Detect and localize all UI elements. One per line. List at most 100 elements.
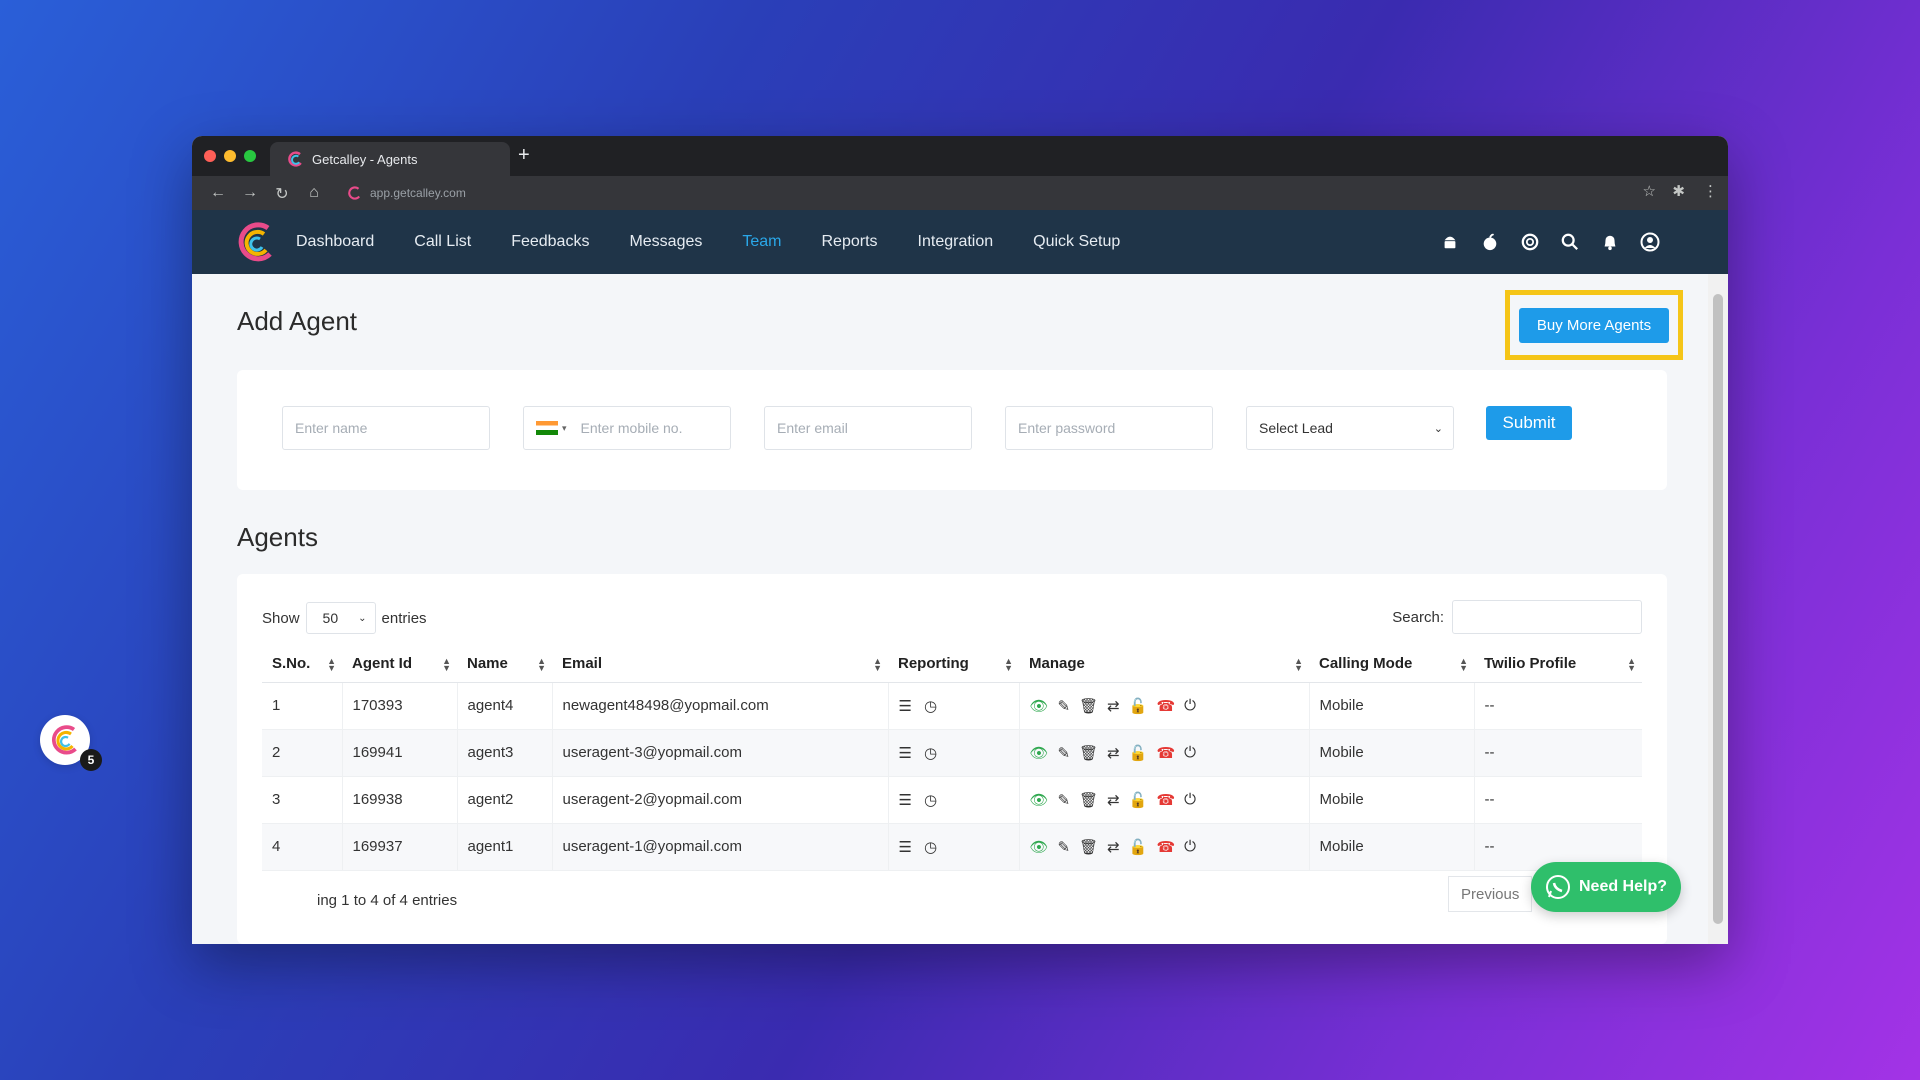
delete-icon[interactable]: 🗑	[1079, 791, 1098, 809]
page-scrollbar[interactable]	[1708, 274, 1728, 944]
mobile-input[interactable]: ▾ Enter mobile no.	[523, 406, 731, 450]
select-lead-value: Select Lead	[1259, 420, 1333, 436]
address-bar[interactable]: app.getcalley.com	[342, 179, 1638, 207]
nav-team[interactable]: Team	[742, 233, 781, 251]
call-icon[interactable]: ☎	[1156, 838, 1175, 856]
select-lead-dropdown[interactable]: Select Lead ⌄	[1246, 406, 1454, 450]
nav-feedbacks[interactable]: Feedbacks	[511, 233, 589, 251]
bell-icon[interactable]	[1600, 232, 1620, 252]
report-history-icon[interactable]: ◷	[924, 838, 937, 856]
nav-messages[interactable]: Messages	[629, 233, 702, 251]
search-icon[interactable]	[1560, 232, 1580, 252]
android-icon[interactable]	[1440, 232, 1460, 252]
apple-icon[interactable]	[1480, 232, 1500, 252]
report-list-icon[interactable]: ☰	[899, 791, 912, 809]
minimize-window-button[interactable]	[224, 150, 236, 162]
entries-select[interactable]: 50 ⌄	[305, 602, 376, 634]
scrollbar-thumb[interactable]	[1713, 294, 1723, 924]
chevron-down-icon: ⌄	[358, 612, 367, 624]
india-flag-icon[interactable]	[536, 421, 558, 435]
name-placeholder: Enter name	[295, 420, 368, 436]
new-tab-button[interactable]: +	[518, 144, 530, 167]
report-history-icon[interactable]: ◷	[924, 697, 937, 715]
edit-icon[interactable]: ✎	[1058, 697, 1071, 715]
email-input[interactable]: Enter email	[764, 406, 972, 450]
table-row: 1 170393 agent4 newagent48498@yopmail.com ☰ ◷…	[262, 682, 1642, 730]
browser-menu-icon[interactable]: ⋮	[1703, 182, 1718, 200]
nav-call-list[interactable]: Call List	[414, 233, 471, 251]
view-icon[interactable]: 👁	[1030, 697, 1049, 715]
user-icon[interactable]	[1640, 232, 1660, 252]
submit-button[interactable]: Submit	[1486, 406, 1572, 440]
call-icon[interactable]: ☎	[1156, 744, 1175, 762]
power-icon[interactable]: ⏻	[1184, 697, 1196, 714]
transfer-icon[interactable]: ⇄	[1107, 791, 1120, 809]
lock-icon[interactable]: 🔓	[1129, 744, 1148, 762]
power-icon[interactable]: ⏻	[1184, 744, 1196, 761]
lock-icon[interactable]: 🔓	[1129, 697, 1148, 715]
extensions-icon[interactable]: ✱	[1672, 182, 1685, 200]
forward-icon[interactable]: →	[234, 184, 266, 204]
report-list-icon[interactable]: ☰	[899, 697, 912, 715]
col-sno[interactable]: S.No. ▲ ▼	[262, 646, 342, 683]
site-favicon-icon	[348, 186, 361, 200]
need-help-button[interactable]: Need Help?	[1531, 862, 1681, 912]
cell-name: agent3	[457, 729, 553, 777]
lock-icon[interactable]: 🔓	[1129, 791, 1148, 809]
col-email[interactable]: Email ▲ ▼	[552, 646, 888, 683]
col-calling-mode[interactable]: Calling Mode ▲ ▼	[1309, 646, 1474, 683]
edit-icon[interactable]: ✎	[1058, 838, 1071, 856]
call-icon[interactable]: ☎	[1156, 697, 1175, 715]
call-icon[interactable]: ☎	[1156, 791, 1175, 809]
delete-icon[interactable]: 🗑	[1079, 697, 1098, 715]
view-icon[interactable]: 👁	[1030, 791, 1049, 809]
close-window-button[interactable]	[204, 150, 216, 162]
password-input[interactable]: Enter password	[1005, 406, 1213, 450]
nav-reports[interactable]: Reports	[822, 233, 878, 251]
page-title: Add Agent	[237, 306, 357, 336]
col-reporting[interactable]: Reporting ▲ ▼	[888, 646, 1019, 683]
transfer-icon[interactable]: ⇄	[1107, 697, 1120, 715]
nav-dashboard[interactable]: Dashboard	[296, 233, 374, 251]
browser-tab[interactable]: Getcalley - Agents	[270, 142, 510, 176]
report-list-icon[interactable]: ☰	[899, 838, 912, 856]
previous-page-button[interactable]: Previous	[1448, 876, 1533, 912]
report-list-icon[interactable]: ☰	[899, 744, 912, 762]
cell-twilio-profile: --	[1474, 776, 1642, 824]
name-input[interactable]: Enter name	[282, 406, 490, 450]
lock-icon[interactable]: 🔓	[1129, 838, 1148, 856]
cell-manage: 👁 ✎ 🗑 ⇄ 🔓 ☎ ⏻	[1019, 729, 1310, 777]
nav-quick-setup[interactable]: Quick Setup	[1033, 233, 1120, 251]
table-search-input[interactable]	[1452, 600, 1642, 634]
nav-integration[interactable]: Integration	[918, 233, 994, 251]
report-history-icon[interactable]: ◷	[924, 744, 937, 762]
view-icon[interactable]: 👁	[1030, 838, 1049, 856]
edit-icon[interactable]: ✎	[1058, 744, 1071, 762]
whatsapp-icon	[1545, 875, 1570, 899]
back-icon[interactable]: ←	[202, 184, 234, 204]
support-icon[interactable]	[1520, 232, 1540, 252]
maximize-window-button[interactable]	[244, 150, 256, 162]
report-history-icon[interactable]: ◷	[924, 791, 937, 809]
cell-calling-mode: Mobile	[1309, 823, 1475, 871]
col-manage[interactable]: Manage ▲ ▼	[1019, 646, 1309, 683]
mobile-placeholder: Enter mobile no.	[580, 420, 683, 436]
view-icon[interactable]: 👁	[1030, 744, 1049, 762]
col-name[interactable]: Name ▲ ▼	[457, 646, 552, 683]
delete-icon[interactable]: 🗑	[1079, 838, 1098, 856]
power-icon[interactable]: ⏻	[1184, 791, 1196, 808]
edit-icon[interactable]: ✎	[1058, 791, 1071, 809]
bookmark-star-icon[interactable]: ☆	[1643, 182, 1656, 200]
transfer-icon[interactable]: ⇄	[1107, 744, 1120, 762]
buy-more-agents-button[interactable]: Buy More Agents	[1518, 307, 1670, 343]
delete-icon[interactable]: 🗑	[1079, 744, 1098, 762]
password-placeholder: Enter password	[1018, 420, 1116, 436]
home-icon[interactable]: ⌂	[298, 184, 330, 204]
transfer-icon[interactable]: ⇄	[1107, 838, 1120, 856]
col-twilio-profile[interactable]: Twilio Profile ▲ ▼	[1474, 646, 1642, 683]
power-icon[interactable]: ⏻	[1184, 838, 1196, 855]
col-agent-id[interactable]: Agent Id ▲ ▼	[342, 646, 457, 683]
country-dropdown-icon[interactable]: ▾	[562, 423, 567, 434]
calley-logo[interactable]	[236, 222, 276, 262]
reload-icon[interactable]: ↻	[266, 184, 298, 204]
